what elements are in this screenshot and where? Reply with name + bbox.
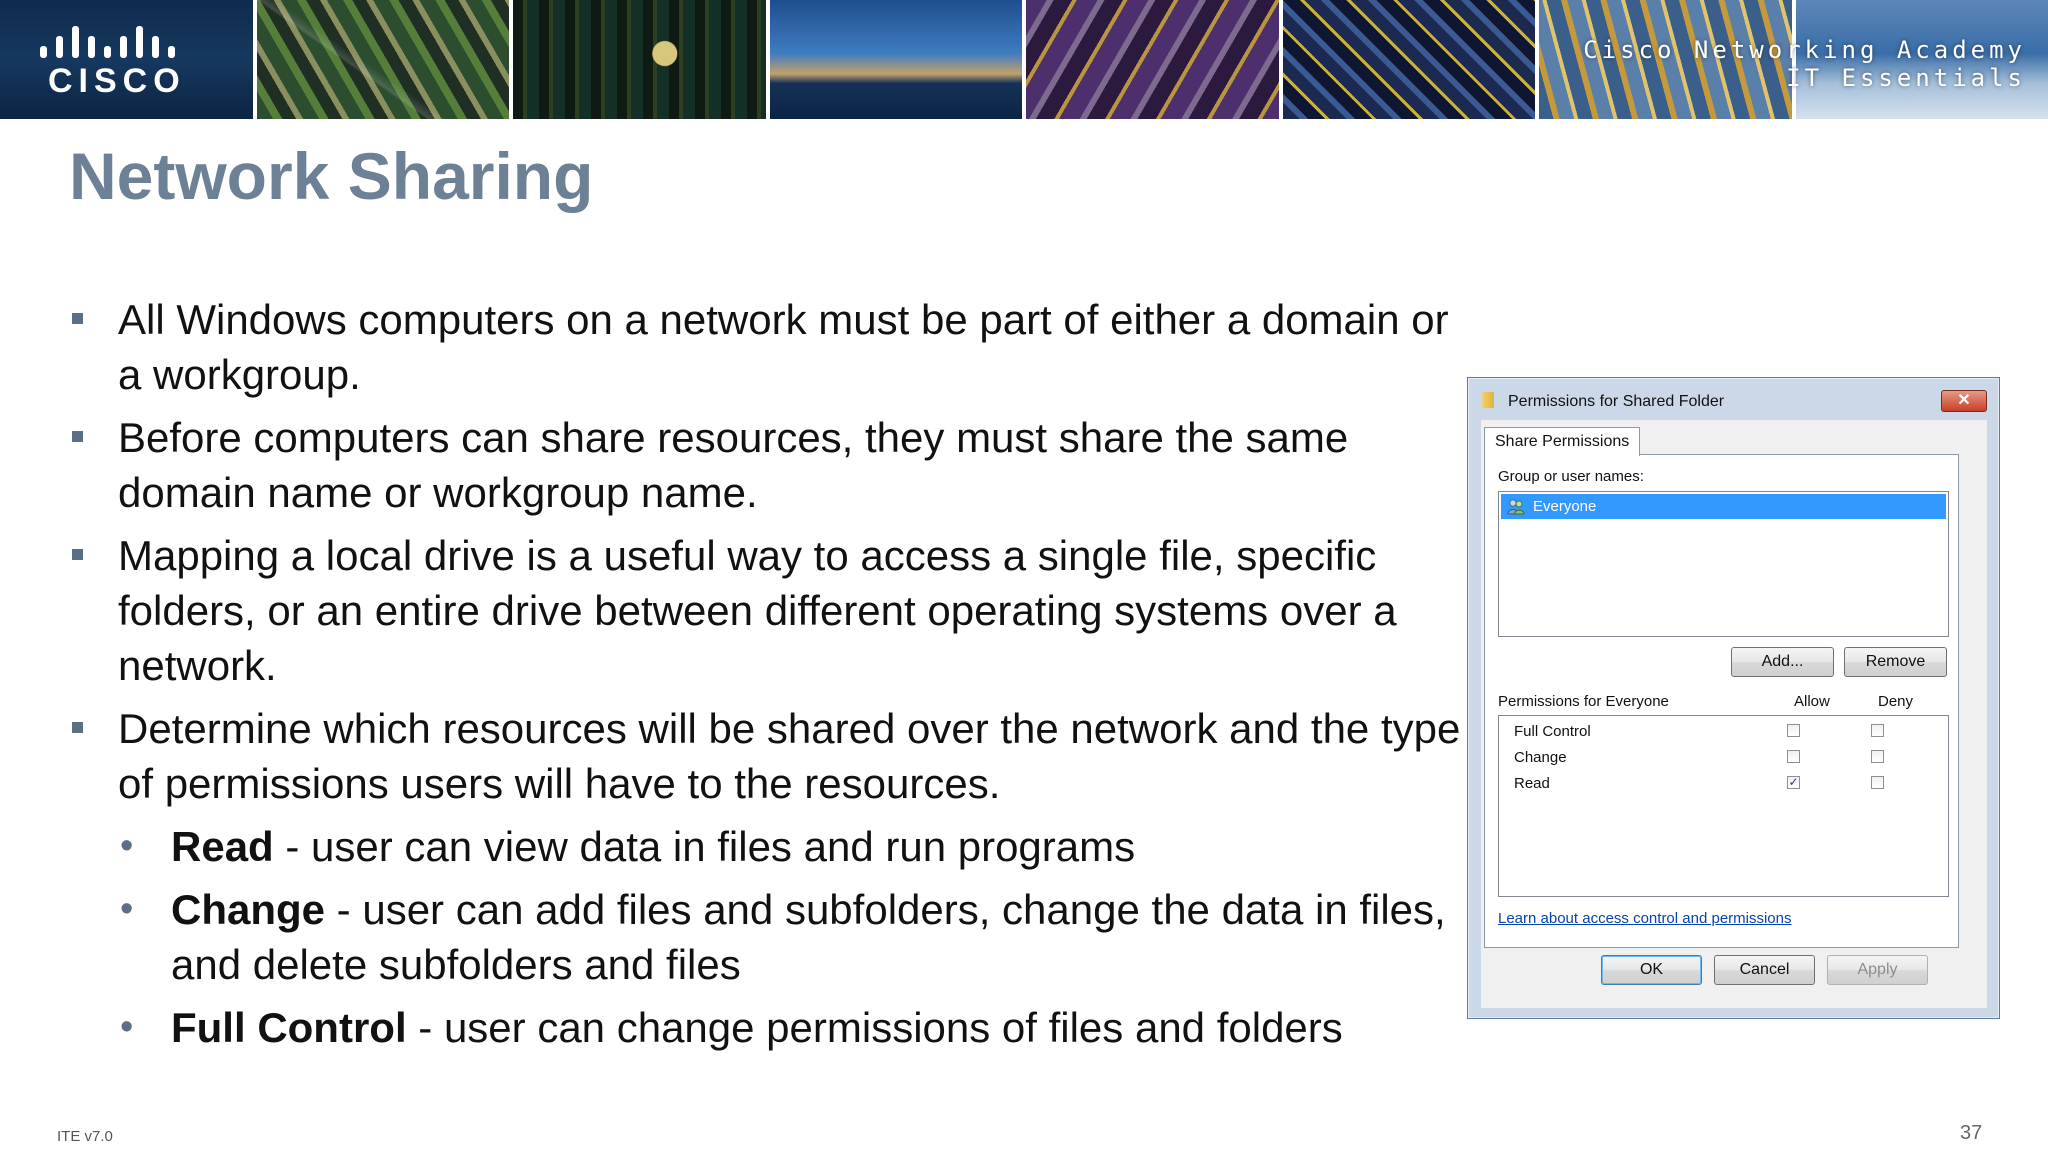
dialog-titlebar[interactable]: Permissions for Shared Folder ✕: [1468, 378, 1999, 414]
permission-name: Read: [1514, 775, 1550, 792]
deny-read-checkbox[interactable]: [1871, 776, 1884, 789]
sub-bullet-desc: - user can add files and subfolders, cha…: [171, 886, 1446, 988]
deny-full-control-checkbox[interactable]: [1871, 724, 1884, 737]
permission-name: Full Control: [1514, 723, 1591, 740]
learn-more-link[interactable]: Learn about access control and permissio…: [1498, 910, 1792, 927]
cisco-bars-icon: [40, 26, 175, 58]
sub-bullet-term: Read: [171, 823, 274, 870]
cancel-button[interactable]: Cancel: [1714, 955, 1815, 985]
deny-change-checkbox[interactable]: [1871, 750, 1884, 763]
dialog-title: Permissions for Shared Folder: [1508, 393, 1725, 410]
banner-line-academy: Cisco Networking Academy: [1583, 36, 2026, 64]
user-list[interactable]: Everyone: [1498, 491, 1949, 637]
add-button[interactable]: Add...: [1731, 647, 1834, 677]
sub-bullet-term: Change: [171, 886, 326, 933]
allow-change-checkbox[interactable]: [1787, 750, 1800, 763]
banner-line-course: IT Essentials: [1786, 64, 2026, 92]
tab-panel: Group or user names: Everyone Add... Rem…: [1484, 454, 1959, 948]
users-icon: [1507, 499, 1525, 515]
bullet-item: Mapping a local drive is a useful way to…: [70, 528, 1470, 693]
banner-photo-circuit: [513, 0, 766, 119]
sub-bullet-desc: - user can view data in files and run pr…: [273, 823, 1136, 870]
sub-bullet-term: Full Control: [171, 1004, 407, 1051]
banner-course-text: Cisco Networking Academy IT Essentials: [1583, 36, 2026, 92]
slide-title: Network Sharing: [69, 139, 594, 213]
bullet-item: Determine which resources will be shared…: [70, 701, 1470, 811]
header-banner: CISCO Cisco Networking Academy IT Essent…: [0, 0, 2048, 119]
bullet-item: Before computers can share resources, th…: [70, 410, 1470, 520]
sub-bullet-desc: - user can change permissions of files a…: [406, 1004, 1343, 1051]
permissions-list: Full Control Change Read ✓: [1498, 715, 1949, 897]
sub-bullet-full-control: Full Control - user can change permissio…: [70, 1000, 1470, 1055]
apply-button[interactable]: Apply: [1827, 955, 1928, 985]
bullet-list: All Windows computers on a network must …: [70, 292, 1470, 1063]
permission-row-full-control: Full Control: [1499, 718, 1948, 744]
sub-bullet-change: Change - user can add files and subfolde…: [70, 882, 1470, 992]
ok-button[interactable]: OK: [1601, 955, 1702, 985]
bullet-item: All Windows computers on a network must …: [70, 292, 1470, 402]
deny-column-header: Deny: [1878, 693, 1914, 710]
permission-row-change: Change: [1499, 744, 1948, 770]
permissions-label: Permissions for Everyone: [1498, 693, 1669, 710]
cisco-logo: CISCO: [0, 0, 253, 119]
version-label: ITE v7.0: [57, 1128, 113, 1145]
banner-photo-motherboard: [1026, 0, 1279, 119]
list-item-everyone[interactable]: Everyone: [1501, 494, 1946, 519]
folder-icon: [1482, 392, 1494, 408]
sub-bullet-read: Read - user can view data in files and r…: [70, 819, 1470, 874]
page-number: 37: [1960, 1122, 1983, 1144]
permission-name: Change: [1514, 749, 1567, 766]
allow-full-control-checkbox[interactable]: [1787, 724, 1800, 737]
group-names-label: Group or user names:: [1498, 468, 1644, 485]
tab-share-permissions[interactable]: Share Permissions: [1484, 427, 1641, 456]
banner-photo-board: [1282, 0, 1535, 119]
banner-photo-city: [769, 0, 1022, 119]
user-name: Everyone: [1533, 498, 1597, 515]
permission-row-read: Read ✓: [1499, 770, 1948, 796]
allow-read-checkbox[interactable]: ✓: [1787, 776, 1800, 789]
dialog-body: Share Permissions Group or user names: E…: [1481, 420, 1987, 1008]
permissions-dialog: Permissions for Shared Folder ✕ Share Pe…: [1467, 377, 2000, 1019]
remove-button[interactable]: Remove: [1844, 647, 1947, 677]
cisco-wordmark: CISCO: [48, 62, 186, 100]
close-button[interactable]: ✕: [1941, 390, 1987, 412]
banner-photo-memory: [256, 0, 509, 119]
allow-column-header: Allow: [1794, 693, 1830, 710]
